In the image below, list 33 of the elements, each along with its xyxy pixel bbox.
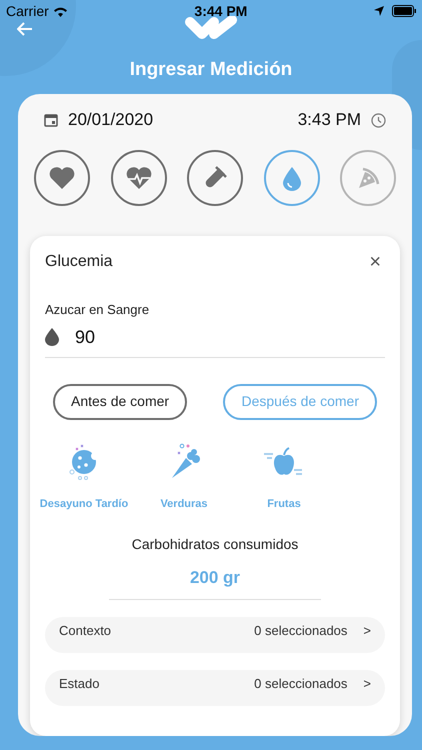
carrier-text: Carrier — [6, 2, 49, 20]
logo-icon — [184, 16, 240, 40]
wifi-icon — [52, 6, 68, 16]
selector-value: 0 seleccionados — [254, 674, 348, 692]
heart-icon — [48, 164, 76, 192]
category-button[interactable] — [187, 150, 243, 206]
clock-icon — [371, 112, 386, 128]
status-time: 3:44 PM — [194, 2, 248, 20]
heartbeat-icon — [124, 164, 152, 192]
selector-value: 0 seleccionados — [254, 622, 348, 640]
meal-time-button[interactable]: Antes de comer — [53, 384, 188, 420]
close-button[interactable]: × — [365, 252, 385, 272]
chevron-icon: > — [363, 620, 371, 640]
selector-label: Estado — [59, 674, 100, 692]
category-button[interactable] — [110, 150, 166, 206]
chevron-icon: > — [363, 674, 371, 693]
selector-row[interactable]: Contexto 0 seleccionados > — [45, 616, 385, 652]
form-title: Glucemia — [45, 252, 113, 272]
page-title: Ingresar Medición — [128, 58, 294, 82]
carbs-label: Carbohidratos consumidos — [130, 535, 300, 554]
glucose-input[interactable]: 90 — [45, 324, 385, 358]
location-icon — [374, 6, 384, 16]
selector-label: Contexto — [59, 622, 112, 640]
selector-row[interactable]: Estado 0 seleccionados > — [45, 670, 385, 706]
field-label: Azucar en Sangre — [45, 301, 150, 319]
category-button[interactable] — [264, 150, 320, 206]
time-field[interactable]: 3:43 PM — [298, 107, 361, 133]
date-field[interactable]: 20/01/2020 — [68, 107, 154, 133]
category-button[interactable] — [34, 150, 90, 206]
battery-icon — [392, 5, 416, 17]
calendar-icon — [44, 113, 58, 127]
drop-icon — [45, 328, 59, 346]
back-arrow-icon[interactable] — [17, 22, 33, 36]
